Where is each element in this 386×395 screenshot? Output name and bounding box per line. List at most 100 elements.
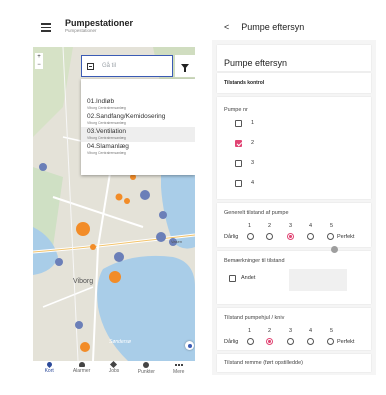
zoom-controls[interactable]: + −	[35, 53, 43, 69]
rating-radio-3[interactable]	[287, 338, 294, 345]
pump-checkbox-1[interactable]: 1	[217, 113, 371, 133]
filter-icon	[181, 63, 189, 72]
dropdown-item-sub: Viborg Centralrensanlæg	[87, 121, 126, 125]
my-location-button[interactable]	[185, 341, 194, 350]
rating-radio-1[interactable]	[247, 233, 254, 240]
checkbox-label: 1	[251, 120, 255, 126]
checkbox[interactable]	[235, 179, 242, 187]
app-bar: Pumpestationer Pumpestationer	[33, 13, 195, 47]
form-title: Pumpe eftersyn	[224, 58, 288, 68]
checkbox-label: 4	[251, 180, 255, 186]
scale-number: 2	[268, 328, 272, 334]
search-dropdown: 01.Indløb Viborg Centralrensanlæg 02.San…	[81, 79, 195, 175]
wheel-condition-card: Tilstand pumpehjul / kniv 1 2 3 4 5 Dårl…	[217, 308, 371, 350]
section-title: Tilstands kontrol	[224, 80, 265, 86]
rating-radio-5[interactable]	[327, 233, 334, 240]
map-screen: Pumpestationer Pumpestationer Viborg Søn…	[33, 13, 195, 375]
wheel-rating: Dårlig Perfekt	[217, 338, 367, 348]
form-title-card: Pumpe eftersyn	[217, 45, 371, 71]
dropdown-item-active[interactable]: 03.Ventilation Viborg Centralrensanlæg	[81, 127, 195, 142]
scale-number: 4	[309, 223, 313, 229]
zoom-out-button[interactable]: −	[35, 61, 43, 69]
rating-low-label: Dårlig	[224, 339, 239, 345]
scale-number: 1	[248, 223, 252, 229]
pump-checkbox-2[interactable]: 2	[217, 133, 371, 153]
map-label-city: Viborg	[73, 278, 93, 285]
wrench-icon	[110, 360, 118, 369]
search-bar[interactable]: Gå til	[81, 55, 173, 77]
bell-icon	[78, 362, 85, 367]
nav-jobs[interactable]: Jobs	[100, 360, 128, 374]
checkbox-label: 3	[251, 160, 255, 166]
remarks-input[interactable]	[289, 269, 347, 291]
belt-condition-label: Tilstand remme (ført opstilledde)	[224, 360, 303, 366]
rating-radio-4[interactable]	[307, 338, 314, 345]
dot-icon	[143, 362, 150, 368]
filter-button[interactable]	[175, 55, 195, 77]
dropdown-item-sub: Viborg Centralrensanlæg	[87, 136, 126, 140]
dropdown-item-name: 02.Sandfang/Kemidosering	[87, 113, 166, 120]
zoom-in-button[interactable]: +	[35, 53, 43, 61]
dropdown-item[interactable]: 02.Sandfang/Kemidosering Viborg Centralr…	[81, 112, 195, 127]
dropdown-item-name: 04.Slamanlæg	[87, 143, 129, 150]
clear-rating-handle[interactable]	[331, 246, 338, 253]
rating-low-label: Dårlig	[224, 234, 239, 240]
search-input[interactable]: Gå til	[102, 63, 116, 69]
map-label-lake: Søndersø	[109, 339, 131, 345]
remarks-card: Bemærkninger til tilstand Andet	[217, 251, 371, 304]
form-app-title: Pumpe eftersyn	[241, 21, 305, 32]
pump-checkbox-3[interactable]: 3	[217, 153, 371, 173]
nav-label: Mere	[173, 369, 185, 375]
nav-alarmer[interactable]: Alarmer	[68, 361, 96, 374]
rating-high-label: Perfekt	[337, 339, 355, 345]
rating-radio-2[interactable]	[266, 233, 273, 240]
more-icon	[174, 364, 183, 368]
rating-high-label: Perfekt	[337, 234, 355, 240]
scale-number: 4	[309, 328, 313, 334]
checkbox-label: 2	[251, 140, 255, 146]
menu-icon[interactable]	[41, 23, 51, 34]
checkbox-label: Andet	[241, 275, 256, 281]
map-label-road: Vasen	[171, 239, 182, 244]
section-card: Tilstands kontrol	[217, 73, 371, 93]
nav-punkter[interactable]: Punkter	[132, 361, 160, 375]
rating-radio-4[interactable]	[307, 233, 314, 240]
checkbox[interactable]	[235, 119, 242, 127]
checkbox[interactable]	[235, 159, 242, 167]
rating-radio-2[interactable]	[266, 338, 273, 345]
nav-label: Jobs	[108, 368, 120, 374]
checkbox[interactable]	[229, 275, 236, 282]
form-screen: < Pumpe eftersyn Pumpe eftersyn Tilstand…	[212, 13, 376, 375]
bottom-nav: Kort Alarmer Jobs Punkter Mere	[33, 360, 195, 375]
checkbox-checked[interactable]	[235, 139, 242, 147]
form-app-bar: < Pumpe eftersyn	[212, 13, 376, 40]
scale-number: 3	[289, 328, 293, 334]
belt-condition-card: Tilstand remme (ført opstilledde)	[217, 354, 371, 372]
rating-radio-3[interactable]	[287, 233, 294, 240]
scale-number: 1	[248, 328, 252, 334]
pump-card: Pumpe nr 1 2 3 4	[217, 97, 371, 199]
rating-radio-1[interactable]	[247, 338, 254, 345]
dropdown-item-name: 01.Indløb	[87, 98, 115, 105]
dropdown-item[interactable]: 01.Indløb Viborg Centralrensanlæg	[81, 97, 195, 112]
scale-number: 5	[330, 328, 334, 334]
dropdown-item-name: 03.Ventilation	[87, 128, 127, 135]
back-icon[interactable]: <	[224, 22, 229, 32]
nav-label: Punkter	[137, 369, 155, 375]
page-title: Pumpestationer	[65, 18, 134, 28]
nav-kort[interactable]: Kort	[35, 360, 63, 374]
dropdown-item-sub: Viborg Centralrensanlæg	[87, 151, 126, 155]
nav-label: Kort	[44, 368, 54, 374]
nav-mere[interactable]: Mere	[165, 361, 193, 375]
general-rating: Dårlig Perfekt	[217, 233, 367, 243]
dropdown-item[interactable]: 04.Slamanlæg Viborg Centralrensanlæg	[81, 142, 195, 157]
nav-label: Alarmer	[72, 368, 91, 374]
rating-radio-5[interactable]	[327, 338, 334, 345]
general-condition-card: Generelt tilstand af pumpe 1 2 3 4 5 Dår…	[217, 203, 371, 253]
scale-number: 3	[289, 223, 293, 229]
dropdown-item-sub: Viborg Centralrensanlæg	[87, 106, 126, 110]
map-pin-icon	[45, 360, 53, 369]
page-subtitle: Pumpestationer	[65, 28, 97, 33]
scale-number: 2	[268, 223, 272, 229]
pump-checkbox-4[interactable]: 4	[217, 173, 371, 193]
